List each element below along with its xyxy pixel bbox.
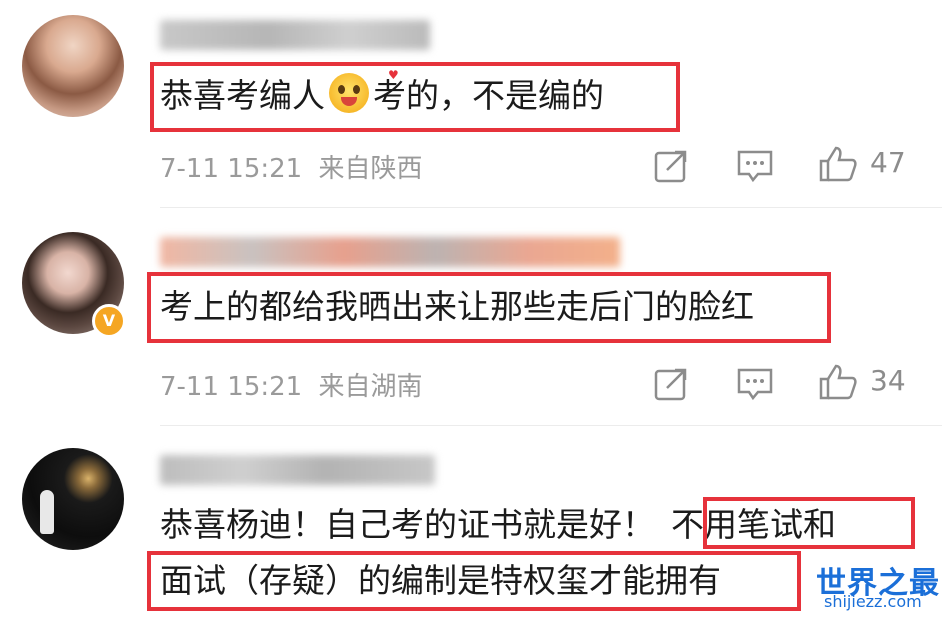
comment-icon[interactable] [736,148,774,184]
comment-text-line2: 面试（存疑）的编制是特权玺才能拥有 [160,561,721,600]
location: 来自湖南 [318,372,423,402]
comment-text-part: 考的，不是编的 [373,76,604,115]
comment-meta: 7-11 15:21 来自湖南 [160,366,422,403]
avatar-figure [40,490,54,534]
username-blurred[interactable] [160,237,620,267]
share-icon[interactable] [653,366,689,402]
comment-text: 考上的都给我晒出来让那些走后门的脸红 [160,287,754,326]
grinning-face-emoji-icon [329,73,369,113]
like-icon[interactable] [818,145,858,183]
comment-icon[interactable] [736,366,774,402]
username-blurred[interactable] [160,20,430,50]
username-blurred[interactable] [160,455,435,485]
like-count: 34 [870,364,906,397]
avatar[interactable] [22,15,124,117]
comment-text-part: 恭喜考编人 [160,76,325,115]
divider [160,425,942,426]
divider [160,207,942,208]
verified-badge-icon: V [92,304,126,338]
timestamp: 7-11 15:21 [160,372,303,402]
comment-meta: 7-11 15:21 来自陕西 [160,148,422,185]
watermark-domain: shijiezz.com [824,592,922,611]
heart-sparkle-icon: ♥ [388,68,399,82]
like-count: 47 [870,146,906,179]
like-icon[interactable] [818,363,858,401]
highlight-box [703,497,915,549]
comment-text: 恭喜考编人 考的，不是编的 [160,73,604,118]
comment-text-part: 恭喜杨迪！自己考的证书就是好！ [160,505,655,544]
avatar[interactable] [22,448,124,550]
share-icon[interactable] [653,148,689,184]
location: 来自陕西 [318,154,423,184]
timestamp: 7-11 15:21 [160,154,303,184]
